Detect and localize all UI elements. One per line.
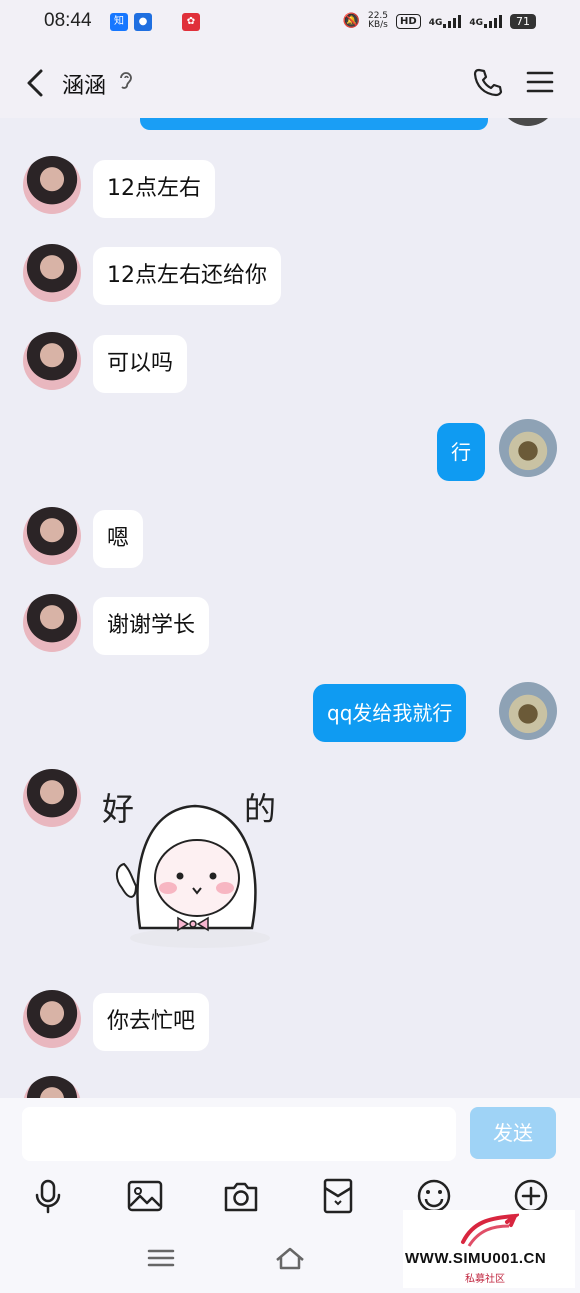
watermark-subtext: 私募社区 [465,1274,505,1285]
signal-2-label: 4G [469,18,483,28]
mic-icon[interactable] [28,1176,68,1216]
contact-avatar[interactable] [23,244,81,302]
sticker-text-right: 的 [244,790,277,828]
contact-avatar[interactable] [23,507,81,565]
message-bubble-partial[interactable] [140,118,488,130]
back-arrow-icon[interactable] [22,68,52,98]
signal-bars-icon [443,14,462,28]
status-time: 08:44 [44,10,92,31]
contact-avatar[interactable] [23,156,81,214]
image-icon[interactable] [125,1176,165,1216]
message-bubble-outgoing[interactable]: 行 [437,423,485,481]
signal-1-label: 4G [428,18,443,28]
app-notification-icon: ● [134,13,152,31]
phone-call-icon[interactable] [472,66,504,98]
avatar[interactable] [499,118,557,126]
message-bubble-incoming[interactable]: 嗯 [93,510,144,568]
message-bubble-incoming[interactable]: 12点左右 [93,160,215,218]
hd-badge: HD [396,13,421,29]
sticker-message[interactable]: 好 的 [100,778,290,958]
signal-2: 4G [469,14,502,28]
message-bubble-outgoing[interactable]: qq发给我就行 [313,684,467,742]
status-right-group: 🔕 22.5 KB/s HD 4G 4G 71 [343,12,536,30]
net-speed-unit: KB/s [368,20,388,30]
message-list[interactable]: 12点左右 12点左右还给你 可以吗 行 嗯 谢谢学长 qq发给我就行 好 的 [0,118,580,1098]
contact-avatar[interactable] [23,990,81,1048]
net-speed: 22.5 KB/s [368,12,388,30]
chat-header: 涵涵 [0,48,580,118]
ear-icon[interactable] [117,70,135,92]
sticker-text-left: 好 [102,790,135,828]
watermark: WWW.SIMU001.CN 私募社区 [403,1210,575,1288]
my-avatar[interactable] [499,419,557,477]
red-packet-icon[interactable] [318,1176,358,1216]
send-button[interactable]: 发送 [470,1107,556,1159]
message-input[interactable] [22,1107,456,1161]
watermark-logo-icon [461,1213,519,1247]
menu-icon[interactable] [526,68,554,96]
my-avatar[interactable] [499,682,557,740]
contact-avatar[interactable] [23,1076,81,1098]
chat-title[interactable]: 涵涵 [62,68,106,100]
signal-bars-icon-2 [484,14,502,28]
composer-bar: 发送 [0,1098,580,1166]
message-bubble-incoming[interactable]: 谢谢学长 [93,597,210,655]
nav-menu-icon[interactable] [145,1244,177,1272]
mute-bell-icon: 🔕 [342,13,360,29]
app-notification-icon-2: ✿ [182,13,200,31]
signal-1: 4G [429,14,462,28]
contact-avatar[interactable] [23,769,81,827]
contact-avatar[interactable] [23,332,81,390]
message-bubble-incoming[interactable]: 12点左右还给你 [93,247,281,305]
contact-avatar[interactable] [23,594,81,652]
message-bubble-incoming[interactable]: 可以吗 [93,335,188,393]
zhihu-app-icon: 知 [110,13,128,31]
watermark-text: WWW.SIMU001.CN [405,1250,547,1267]
camera-icon[interactable] [221,1176,261,1216]
nav-home-icon[interactable] [274,1244,306,1272]
message-bubble-incoming[interactable]: 你去忙吧 [93,993,210,1051]
status-bar: 08:44 知 ● ✿ 🔕 22.5 KB/s HD 4G 4G 71 [0,0,580,48]
battery-indicator: 71 [510,13,536,29]
